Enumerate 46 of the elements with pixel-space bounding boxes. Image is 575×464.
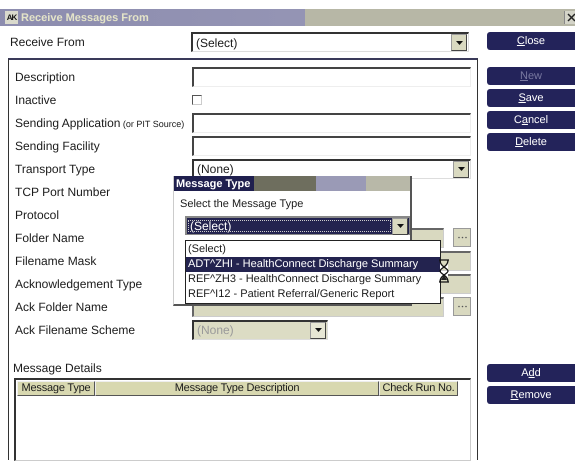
dropdown-button[interactable] [453,160,469,178]
field-label: Sending Facility [14,138,101,152]
column-header[interactable]: Message Type [17,381,95,396]
action-button[interactable]: Delete [487,133,575,151]
dropdown[interactable]: (None) [192,158,471,178]
app-logo: AK [5,11,18,24]
field-label: Description [14,70,76,84]
prompt-text: Select the Message Type [180,198,304,210]
field-label: Receive From [9,35,86,49]
ellipsis-icon [458,305,466,308]
dropdown-option[interactable]: ADT^ZHI - HealthConnect Discharge Summary [186,257,440,272]
checkbox[interactable] [192,94,202,104]
close-icon[interactable] [564,11,575,24]
field-label: TCP Port Number [14,184,112,198]
window-title: Receive Messages From [21,12,149,24]
message-type-dropdown[interactable]: (Select) [185,216,410,235]
column-header[interactable]: Message Type Description [95,381,379,396]
action-button[interactable]: Add [487,364,575,382]
caret-icon [458,167,464,171]
caret-icon [456,40,462,44]
field-label: Ack Folder Name [14,300,109,314]
text-field[interactable] [192,112,471,132]
dropdown-option[interactable]: REF^ZH3 - HealthConnect Discharge Summary [186,272,440,287]
field-label: Inactive [14,92,58,106]
caret-icon [314,328,322,332]
dropdown-button[interactable] [451,34,467,51]
field-label: Sending Application (or PIT Source) [14,116,186,130]
dropdown-option[interactable]: (Select) [186,242,440,257]
action-button[interactable]: Close [487,32,575,50]
action-button[interactable]: Save [487,89,575,107]
dropdown-button[interactable] [392,218,408,234]
text-field[interactable] [192,136,471,156]
ellipsis-icon [458,236,466,239]
column-header[interactable]: Check Run No. [379,381,458,396]
receive-from-dropdown[interactable]: (Select) [191,32,469,52]
field-label: Acknowledgement Type [14,276,144,290]
field-label: Ack Filename Scheme [14,322,136,336]
field-label: Folder Name [14,230,86,244]
action-button[interactable]: Remove [487,386,575,404]
action-button[interactable]: Cancel [487,111,575,129]
field-label: Protocol [14,208,60,222]
section-label: Message Details [12,361,103,375]
field-label: Transport Type [14,162,96,176]
dialog-title: Message Type [175,178,250,190]
dropdown-option[interactable]: REF^I12 - Patient Referral/Generic Report [186,287,440,302]
text-field[interactable] [192,66,471,86]
